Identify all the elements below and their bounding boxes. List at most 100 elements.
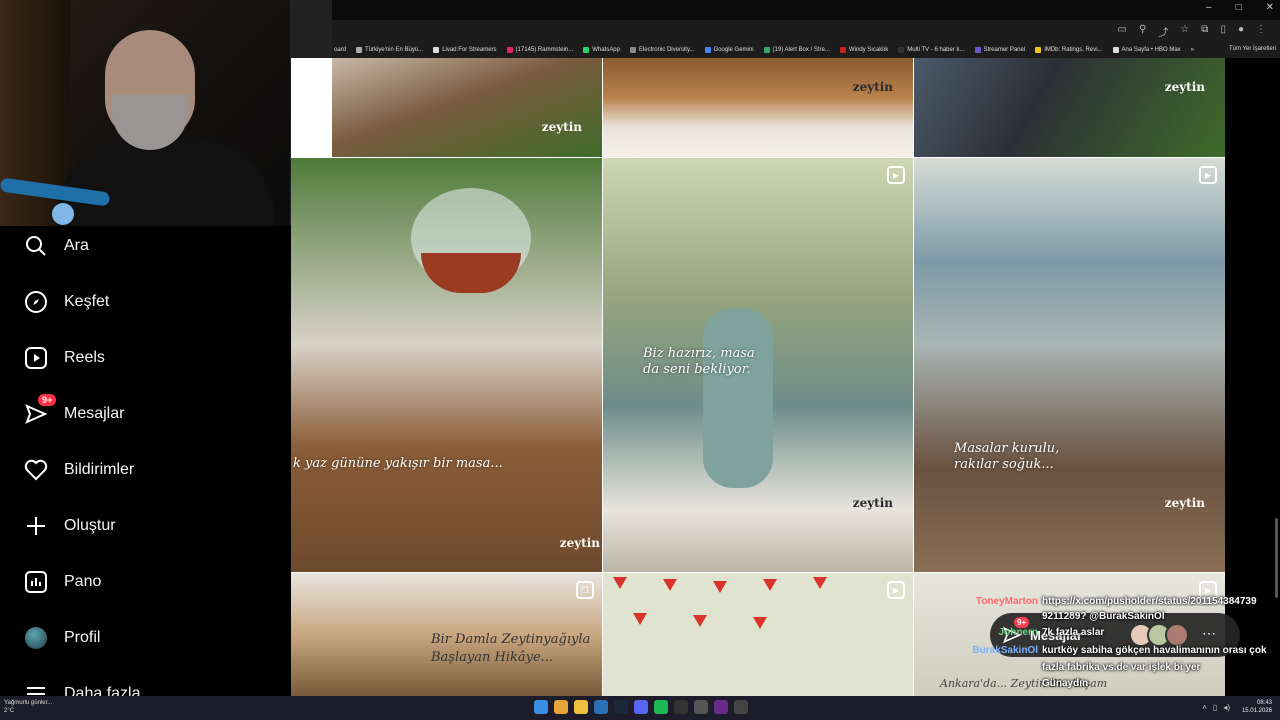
bookmark-item[interactable]: IMDb: Ratings, Revi... bbox=[1035, 47, 1103, 53]
bookmark-label: Türkiye'nin En Büyü... bbox=[365, 47, 424, 53]
chat-username: ToneyMarton bbox=[975, 596, 1038, 607]
scrollbar[interactable] bbox=[1275, 518, 1278, 598]
chrome-icon[interactable] bbox=[554, 700, 568, 714]
reel-icon: ▶ bbox=[887, 166, 905, 184]
bookmark-favicon-icon bbox=[629, 47, 636, 53]
bookmark-favicon-icon bbox=[974, 47, 981, 53]
brand-logo: zeytin bbox=[559, 536, 600, 550]
post-tile[interactable]: ❐ Bir Damla Zeytinyağıyla Başlayan Hikây… bbox=[291, 573, 602, 696]
clock[interactable]: 08:43 15.01.2026 bbox=[1242, 699, 1272, 715]
extensions-icon[interactable]: ⧉ bbox=[1201, 24, 1208, 39]
bookmark-favicon-icon bbox=[704, 47, 711, 53]
folder-icon[interactable] bbox=[574, 700, 588, 714]
sidepanel-icon[interactable]: ▯ bbox=[1220, 24, 1226, 39]
bookmark-item[interactable]: Windy Sıcaklık bbox=[839, 47, 889, 53]
chat-message: 9211289? @BurakSakinOl bbox=[966, 611, 1280, 622]
streamer-body bbox=[55, 140, 275, 226]
reel-icon: ▶ bbox=[1199, 166, 1217, 184]
nav-messages[interactable]: 9+ Mesajlar bbox=[24, 392, 124, 429]
brand-logo: zeytin bbox=[852, 80, 893, 94]
post-tile[interactable]: ▶ Masalar kurulu, rakılar soğuk... zeyti… bbox=[914, 158, 1225, 572]
post-tile[interactable]: ▶ Biz hazırız, masa da seni bekliyor. ze… bbox=[603, 158, 913, 572]
zoom-icon[interactable]: ⚲ bbox=[1139, 24, 1146, 39]
discord-icon[interactable] bbox=[634, 700, 648, 714]
nav-label: Reels bbox=[64, 349, 105, 366]
post-tile[interactable]: zeytin bbox=[332, 58, 602, 157]
post-tile[interactable]: k yaz gününe yakışır bir masa... zeytin bbox=[291, 158, 602, 572]
maximize-button[interactable]: □ bbox=[1236, 2, 1242, 13]
nav-profile[interactable]: Profil bbox=[24, 623, 100, 653]
bookmark-item[interactable]: Livad For Streamers bbox=[433, 47, 497, 53]
nav-label: Ara bbox=[64, 237, 89, 254]
obs-icon[interactable] bbox=[734, 700, 748, 714]
chat-message: Johnern 7k fazla aslar bbox=[966, 627, 1280, 638]
weather-widget[interactable]: Yağmurlu günler... 2°C bbox=[4, 699, 52, 715]
messenger-icon: 9+ bbox=[24, 392, 59, 426]
clock-date: 15.01.2026 bbox=[1241, 708, 1272, 714]
network-icon[interactable]: ▯ bbox=[1213, 703, 1217, 712]
app-icon[interactable] bbox=[594, 700, 608, 714]
close-button[interactable]: ✕ bbox=[1266, 2, 1274, 13]
nav-create[interactable]: Oluştur bbox=[24, 511, 116, 541]
volume-icon[interactable]: ◂) bbox=[1223, 703, 1230, 712]
bookmark-item[interactable]: oard bbox=[334, 47, 346, 53]
bookmark-label: WhatsApp bbox=[592, 47, 620, 53]
app-icon[interactable] bbox=[694, 700, 708, 714]
profile-icon[interactable]: ● bbox=[1238, 24, 1244, 39]
nav-dashboard[interactable]: Pano bbox=[24, 567, 101, 597]
share-icon[interactable]: ⤴ bbox=[1158, 24, 1168, 39]
chevron-up-icon[interactable]: ˄ bbox=[1202, 703, 1207, 712]
minimize-button[interactable]: – bbox=[1206, 2, 1212, 13]
bookmark-label: Windy Sıcaklık bbox=[848, 47, 889, 53]
nav-notifications[interactable]: Bildirimler bbox=[24, 455, 134, 485]
start-icon[interactable] bbox=[534, 700, 548, 714]
post-tile[interactable]: zeytin bbox=[603, 58, 913, 157]
nav-reels[interactable]: Reels bbox=[24, 343, 105, 373]
heart-icon bbox=[24, 458, 48, 482]
bunting-flag bbox=[613, 577, 627, 589]
browser-toolbar: ▭ ⚲ ⤴ ☆ ⧉ ▯ ● ⋮ bbox=[332, 20, 1280, 42]
star-icon[interactable]: ☆ bbox=[1180, 24, 1189, 39]
bookmarks-bar: oard Türkiye'nin En Büyü... Livad For Stre… bbox=[332, 42, 1280, 58]
bookmark-favicon-icon bbox=[356, 47, 363, 53]
bookmark-item[interactable]: (17145) Rammstein... bbox=[506, 47, 574, 53]
nav-explore[interactable]: Keşfet bbox=[24, 287, 109, 317]
steam-icon[interactable] bbox=[614, 700, 628, 714]
nav-label: Bildirimler bbox=[64, 461, 135, 478]
chat-text: 9211289? @BurakSakinOl bbox=[1042, 611, 1165, 622]
bookmark-item[interactable]: Türkiye'nin En Büyü... bbox=[356, 47, 423, 53]
bookmark-label: (17145) Rammstein... bbox=[515, 47, 574, 53]
kebab-menu-icon[interactable]: ⋮ bbox=[1256, 24, 1266, 39]
instagram-sidebar: Ara Keşfet Reels 9+ Mesajlar Bildirimler… bbox=[0, 226, 291, 702]
chat-message: ToneyMarton https://x.com/pusholder/statu… bbox=[966, 596, 1280, 607]
brand-logo: zeytin bbox=[852, 496, 893, 510]
chat-text: 7k fazla aslar bbox=[1042, 627, 1105, 638]
epic-icon[interactable] bbox=[674, 700, 688, 714]
bookmark-item[interactable]: WhatsApp bbox=[583, 47, 620, 53]
cast-icon[interactable]: ▭ bbox=[1118, 24, 1127, 39]
bookmark-item[interactable]: Electronic Diversity... bbox=[629, 47, 695, 53]
bookmark-item[interactable]: Streamer Panel bbox=[974, 47, 1025, 53]
spotify-icon[interactable] bbox=[654, 700, 668, 714]
bookmark-item[interactable]: (19) Alert Box / Stre... bbox=[763, 47, 830, 53]
bunting-flag bbox=[633, 613, 647, 625]
bookmark-label: Livad For Streamers bbox=[442, 47, 497, 53]
weather-title: Yağmurlu günler... bbox=[4, 700, 53, 706]
nav-search[interactable]: Ara bbox=[24, 231, 89, 261]
bookmark-item[interactable]: Google Gemini bbox=[704, 47, 754, 53]
chat-text: fazla fabrika vs.de var işlek bi yer bbox=[1042, 662, 1201, 673]
bunting-flag bbox=[753, 617, 767, 629]
app-icon[interactable] bbox=[714, 700, 728, 714]
nav-label: Profil bbox=[64, 629, 101, 646]
chat-text: Günaydın bbox=[1042, 678, 1089, 689]
chat-username: Johnern bbox=[998, 627, 1038, 638]
post-tile[interactable]: ▶ bbox=[603, 573, 913, 696]
other-bookmarks[interactable]: Tüm Yer İşaretleri bbox=[1229, 46, 1276, 52]
bookmark-item[interactable]: Multi TV - 6 haber k... bbox=[898, 47, 965, 53]
post-tile[interactable]: zeytin bbox=[914, 58, 1225, 157]
bunting-flag bbox=[763, 579, 777, 591]
bookmarks-overflow-button[interactable]: » bbox=[1191, 47, 1194, 53]
bookmark-label: oard bbox=[334, 47, 347, 53]
bookmark-item[interactable]: Ana Sayfa • HBO Max bbox=[1112, 47, 1181, 53]
nav-label: Keşfet bbox=[64, 293, 110, 310]
